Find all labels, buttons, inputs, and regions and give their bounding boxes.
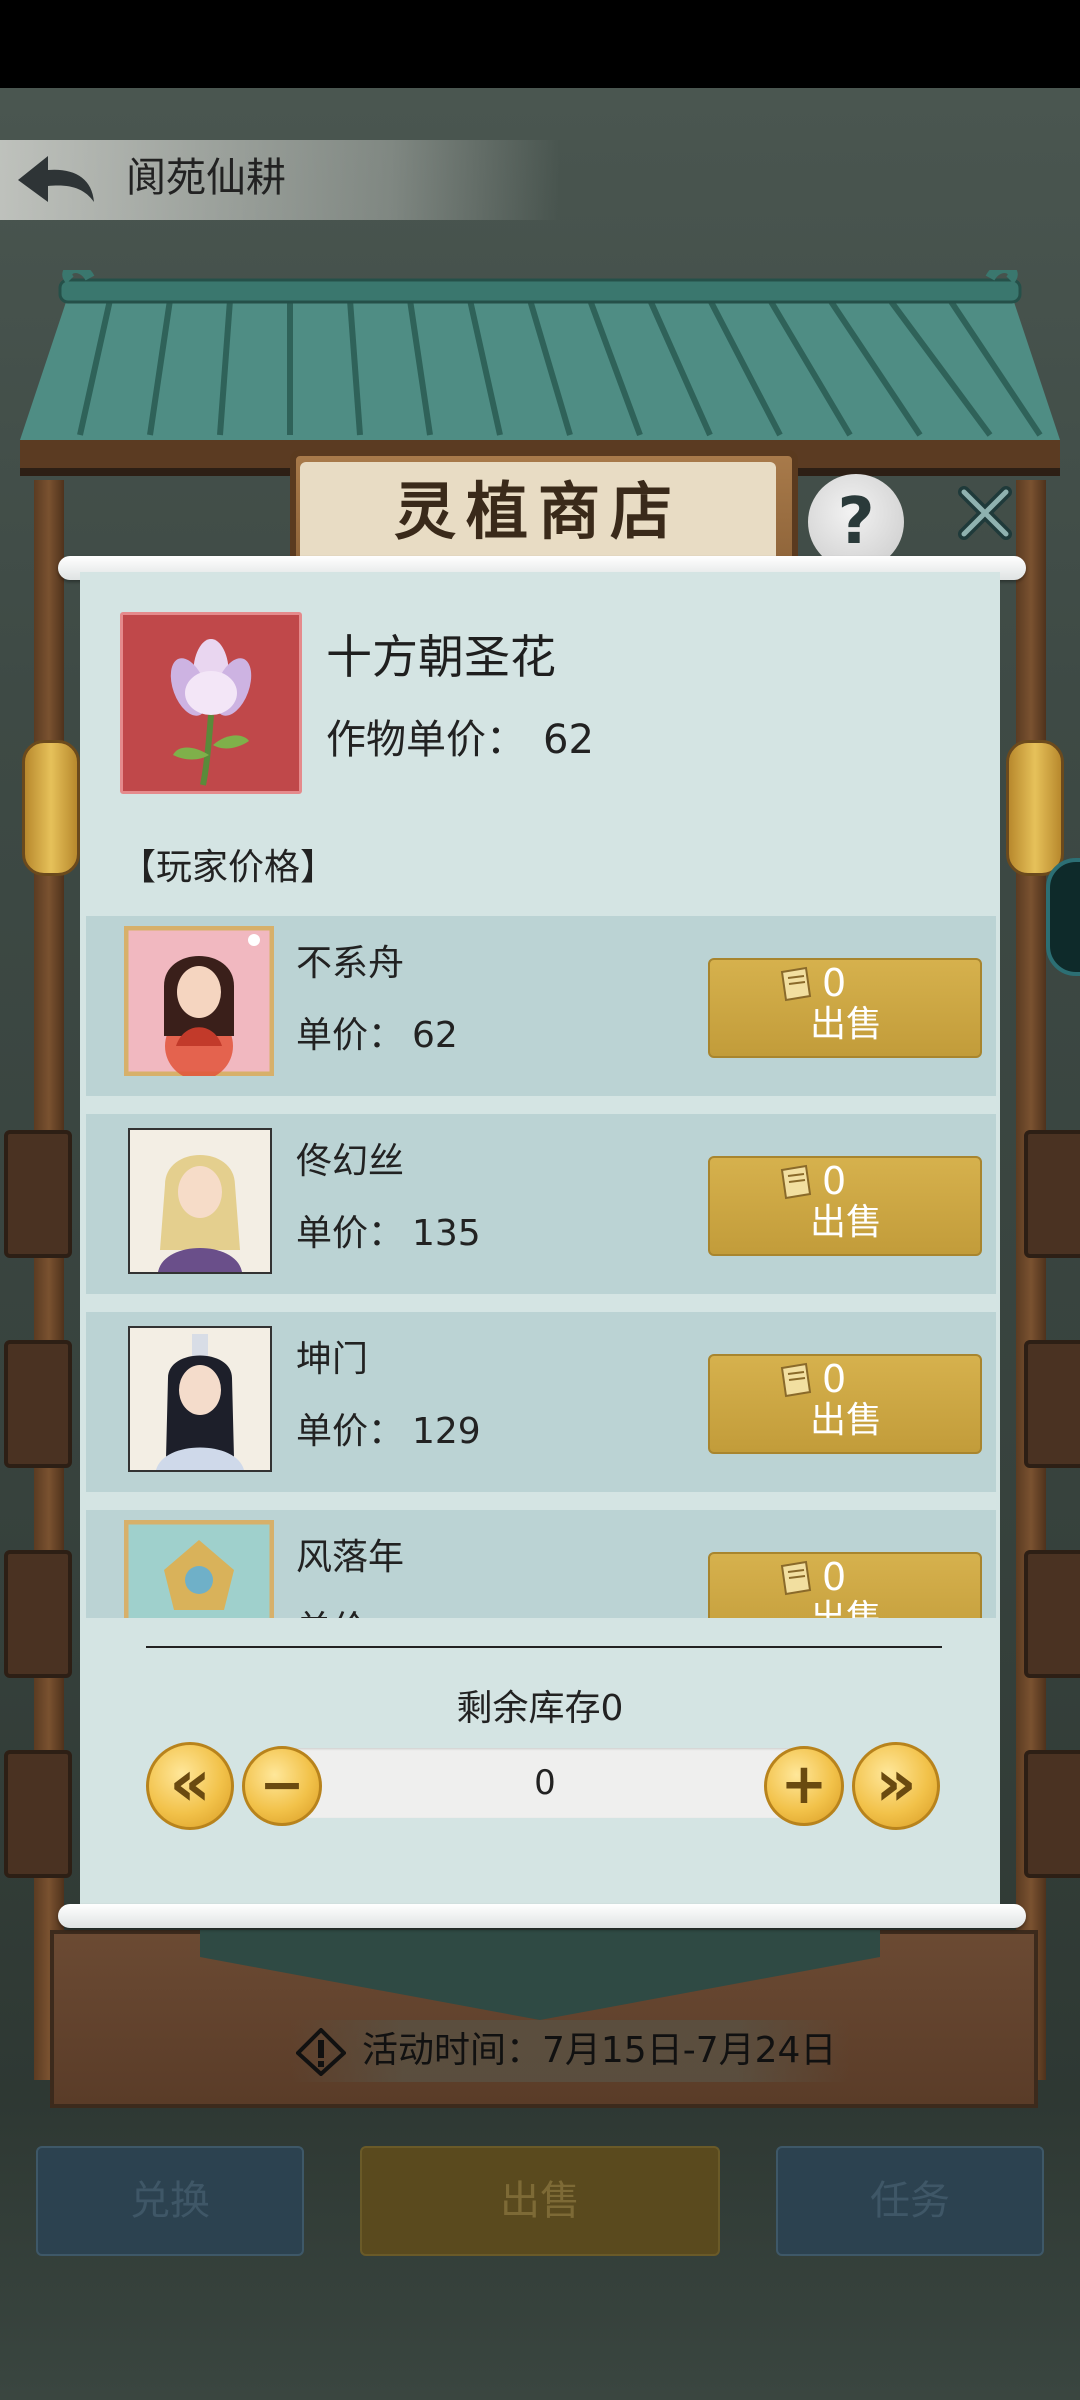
player-price-label: 单价： (296, 1213, 405, 1254)
avatar-portrait-icon (130, 1130, 270, 1272)
page-title: 阆苑仙耕 (126, 155, 286, 201)
player-name: 坤门 (296, 1339, 369, 1380)
player-avatar[interactable] (124, 1520, 274, 1618)
tab-task[interactable]: 任务 (776, 2146, 1044, 2256)
remaining-stock: 剩余库存0 (456, 1688, 624, 1729)
side-tab[interactable] (1046, 858, 1080, 976)
sell-label: 出售 (810, 1004, 883, 1045)
scroll-rod-bottom (58, 1904, 1026, 1928)
player-name: 佟幻丝 (296, 1141, 405, 1182)
avatar-portrait-icon (124, 926, 274, 1076)
list-item: 风落年 单价： 0 出售 (86, 1510, 996, 1618)
sell-label: 出售 (810, 1400, 883, 1441)
list-item: 坤门 单价： 129 0 出售 (86, 1312, 996, 1492)
scroll-icon (780, 1362, 812, 1398)
sell-count: 0 (822, 961, 847, 1005)
crop-item-slot (120, 612, 302, 794)
minus-icon: − (259, 1753, 305, 1816)
player-price-value: 62 (412, 1015, 458, 1056)
tab-sell[interactable]: 出售 (360, 2146, 720, 2256)
sell-count: 0 (822, 1357, 847, 1401)
lotus-flower-icon (170, 639, 252, 786)
warning-icon (296, 2028, 346, 2076)
sell-label: 出售 (810, 1596, 882, 1618)
shop-title: 灵植商店 (393, 475, 682, 548)
sell-count: 0 (822, 1555, 847, 1599)
right-shelf (1024, 1340, 1080, 1468)
game-screen: 阆苑仙耕 活动时间：7月15日-7月24日 兑换 出售 任务 灵植商店 ? 十方… (0, 0, 1080, 2400)
activity-time: 活动时间：7月15日-7月24日 (362, 2030, 837, 2071)
avatar-portrait-icon (130, 1328, 270, 1470)
tab-exchange[interactable]: 兑换 (36, 2146, 304, 2256)
player-price-heading: 【玩家价格】 (120, 847, 337, 888)
double-chevron-left-icon: « (169, 1747, 211, 1821)
left-shelf (4, 1750, 72, 1878)
sell-button[interactable]: 0 出售 (708, 1354, 982, 1454)
double-chevron-right-icon: » (875, 1747, 917, 1821)
player-avatar[interactable] (128, 1326, 272, 1472)
scroll-icon (780, 1164, 812, 1200)
divider (146, 1646, 942, 1648)
player-price-label: 单价： (296, 1604, 404, 1618)
left-shelf (4, 1340, 72, 1468)
player-price-label: 单价： (296, 1015, 405, 1056)
sell-label: 出售 (810, 1202, 883, 1243)
list-item: 佟幻丝 单价： 135 0 出售 (86, 1114, 996, 1294)
scroll-icon (780, 966, 812, 1002)
item-price-label: 作物单价： (326, 717, 526, 763)
avatar-portrait-icon (124, 1520, 274, 1618)
item-name: 十方朝圣花 (326, 630, 556, 684)
left-shelf (4, 1550, 72, 1678)
player-avatar[interactable] (128, 1128, 272, 1274)
close-icon[interactable] (952, 480, 1018, 546)
right-shelf (1024, 1550, 1080, 1678)
quantity-value: 0 (534, 1763, 556, 1803)
sell-button[interactable]: 0 出售 (708, 1552, 982, 1618)
scroll-icon (780, 1560, 812, 1596)
right-shelf (1024, 1130, 1080, 1258)
player-name: 风落年 (296, 1537, 405, 1578)
left-shelf (4, 1130, 72, 1258)
right-shelf (1024, 1750, 1080, 1878)
plus-icon: + (780, 1752, 828, 1817)
back-arrow-icon[interactable] (14, 150, 98, 212)
player-price-value: 129 (412, 1411, 481, 1452)
player-price-label: 单价： (296, 1411, 405, 1452)
left-lantern (22, 740, 80, 876)
sell-button[interactable]: 0 出售 (708, 1156, 982, 1256)
player-name: 不系舟 (296, 943, 405, 984)
player-price-value: 135 (412, 1213, 481, 1254)
right-lantern (1006, 740, 1064, 876)
item-price-value: 62 (543, 717, 594, 763)
player-avatar[interactable] (124, 926, 274, 1076)
player-price-list[interactable]: 不系舟 单价： 62 0 出售 佟幻丝 单价： 135 0 出售 坤门 单价： … (86, 916, 996, 1618)
list-item: 不系舟 单价： 62 0 出售 (86, 916, 996, 1096)
sell-count: 0 (822, 1159, 847, 1203)
sell-button[interactable]: 0 出售 (708, 958, 982, 1058)
